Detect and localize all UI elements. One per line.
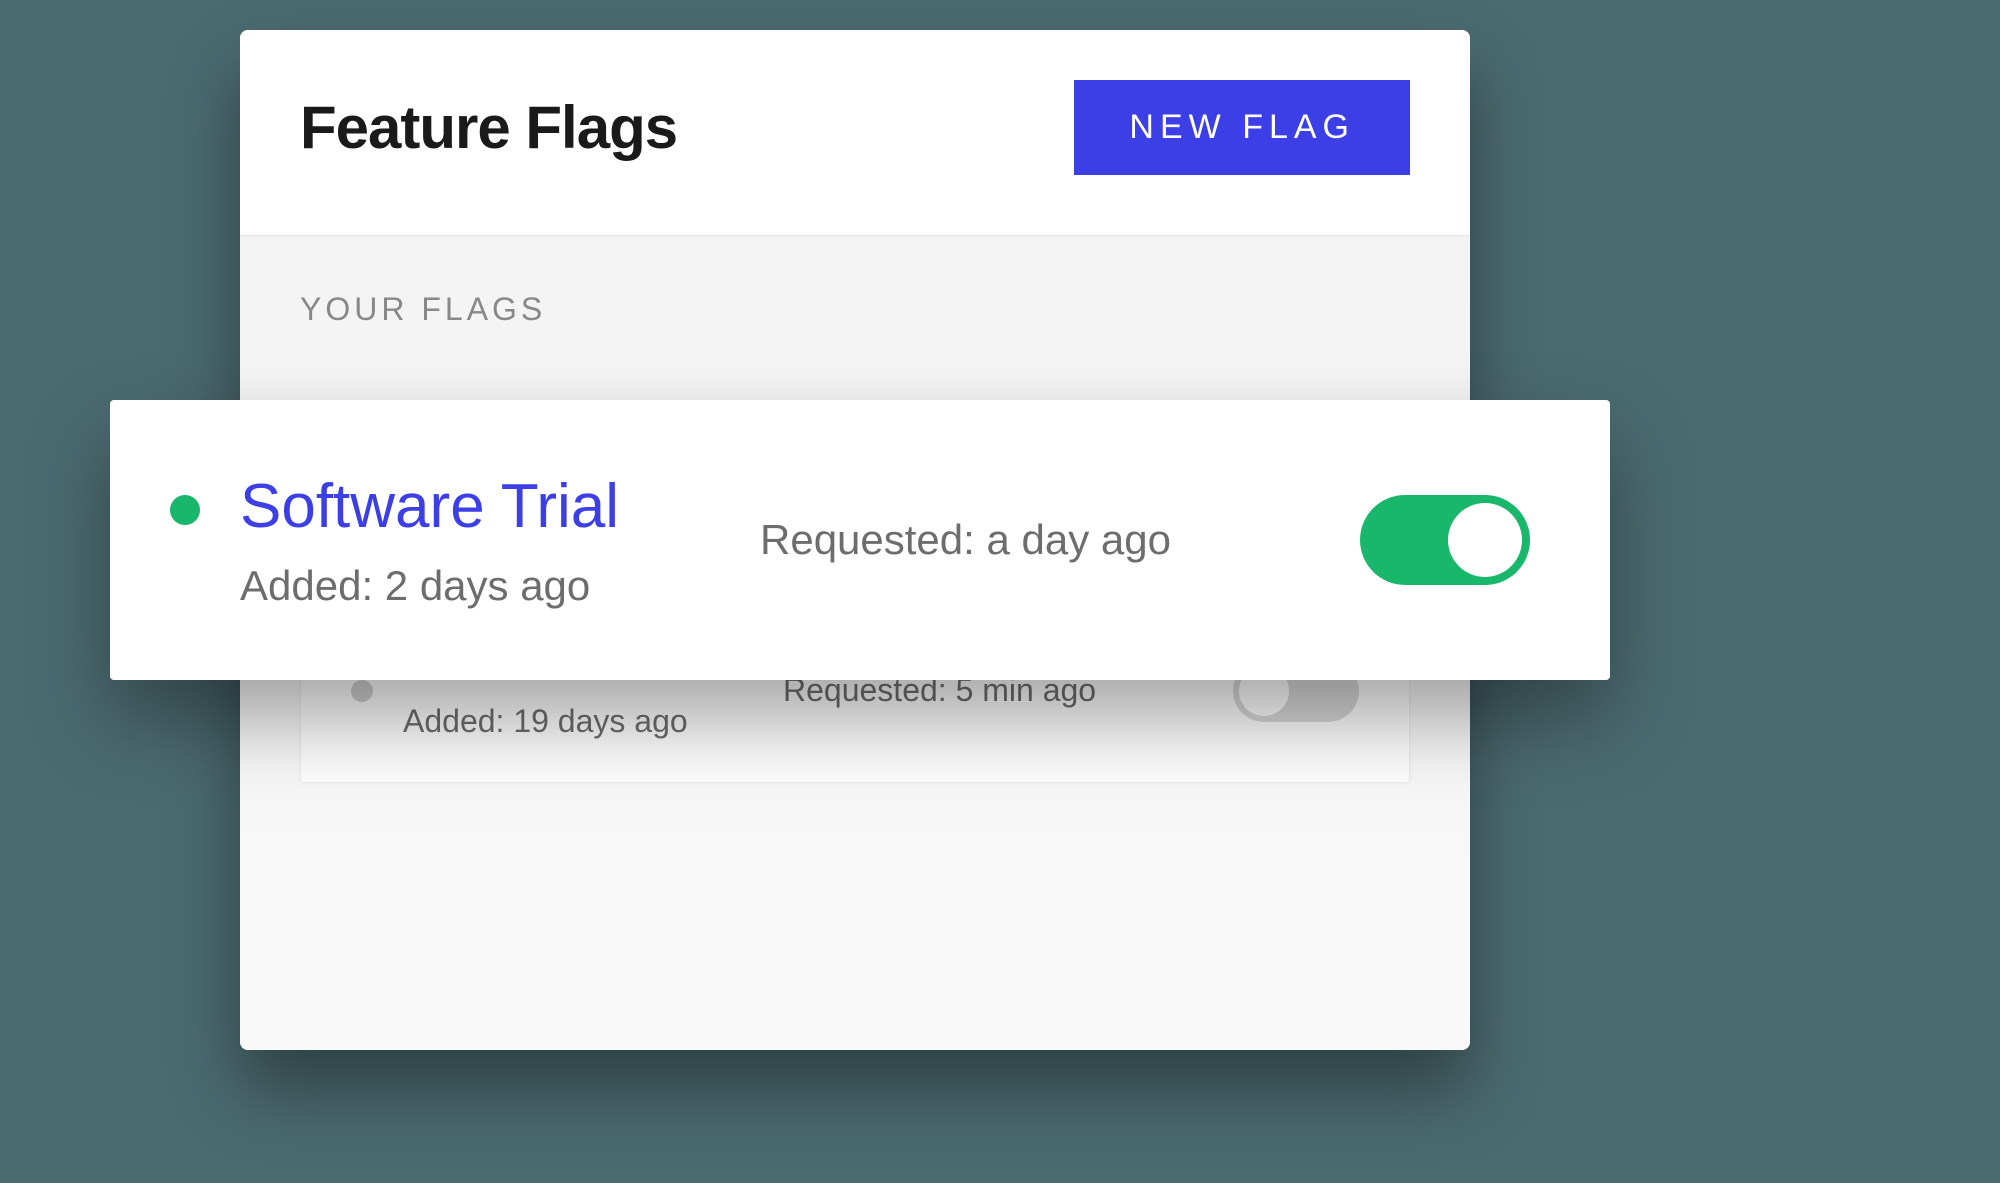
panel-header: Feature Flags NEW FLAG xyxy=(240,30,1470,236)
new-flag-button[interactable]: NEW FLAG xyxy=(1074,80,1410,175)
flag-toggle[interactable] xyxy=(1360,495,1530,585)
flag-added-label: Added: 2 days ago xyxy=(240,562,720,610)
flag-row-highlighted[interactable]: Software Trial Added: 2 days ago Request… xyxy=(110,400,1610,680)
flag-added-label: Added: 19 days ago xyxy=(403,703,753,740)
status-dot-icon xyxy=(170,495,200,525)
page-title: Feature Flags xyxy=(300,93,677,162)
flag-requested-label: Requested: a day ago xyxy=(760,516,1320,564)
flag-name-column: Software Trial Added: 2 days ago xyxy=(240,471,720,610)
section-label-your-flags: YOUR FLAGS xyxy=(300,291,1410,328)
status-dot-icon xyxy=(351,680,373,702)
flag-name-link[interactable]: Software Trial xyxy=(240,471,720,542)
